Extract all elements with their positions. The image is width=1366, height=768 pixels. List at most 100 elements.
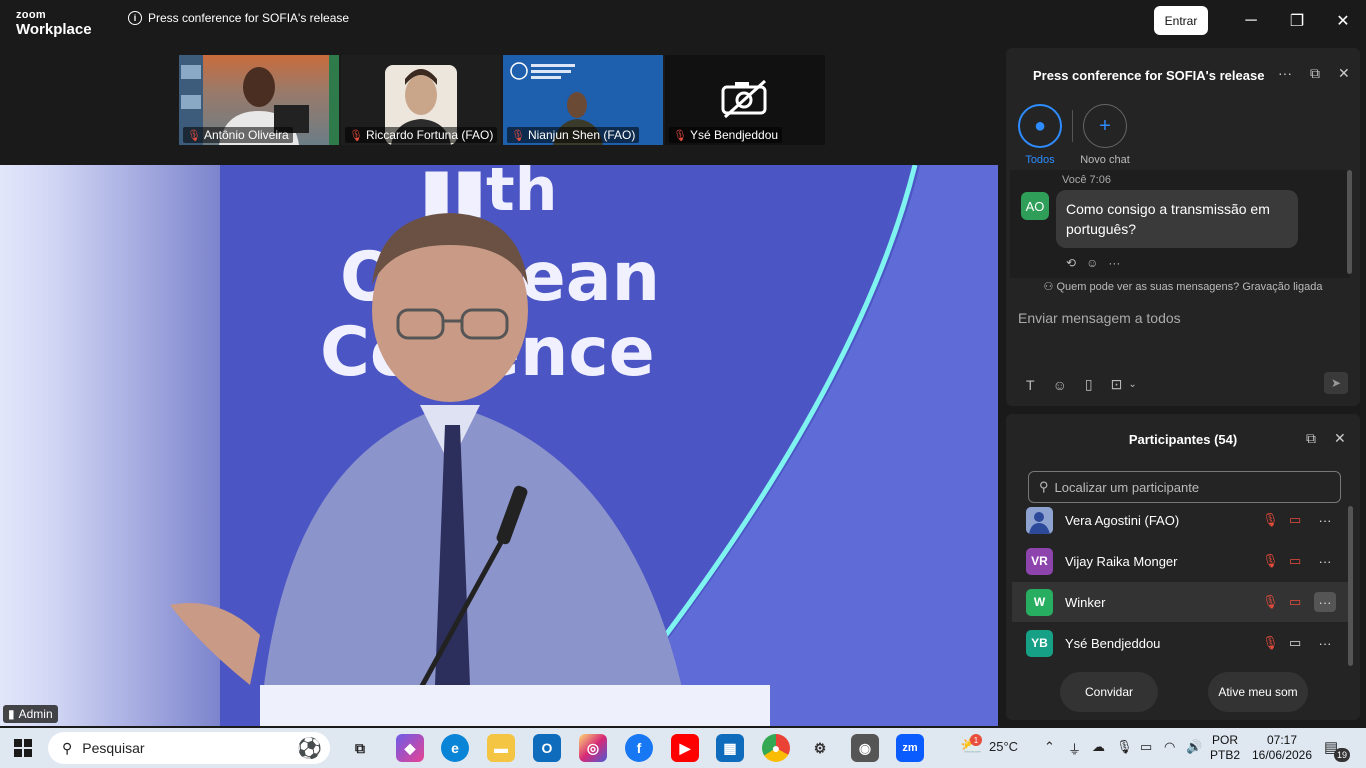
minimize-icon[interactable]: ─ [1236,8,1266,34]
popout-icon[interactable]: ⧉ [1310,65,1320,82]
send-icon[interactable]: ➤ [1324,372,1348,394]
participant-name: Nianjun Shen (FAO) [527,128,636,142]
microphone-icon[interactable]: 🎙 [1116,739,1133,755]
participant-row[interactable]: Vera Agostini (FAO) 🎙 ▭ ··· [1012,500,1348,540]
screenshot-icon[interactable]: ⊡ [1111,376,1123,393]
participant-row[interactable]: VR Vijay Raika Monger 🎙 ▭ ··· [1012,541,1348,581]
file-explorer-icon[interactable]: ▬ [487,734,515,762]
camera-off-icon[interactable]: ▭ [1289,553,1301,569]
chat-scrollbar[interactable] [1347,170,1352,274]
chat-header-actions: ··· ⧉ ✕ [1278,65,1350,82]
windows-start-icon[interactable] [14,739,32,757]
main-video[interactable]: ▮▮th O Ocean Co rence [0,165,998,726]
weather-temp[interactable]: 25°C [989,739,1018,754]
brand-bottom: Workplace [16,21,92,38]
people-icon: ⚇ [1043,281,1057,293]
notification-count: 19 [1334,748,1350,762]
usb-icon[interactable]: ⏚ [1068,739,1081,758]
more-icon[interactable]: ··· [1108,256,1120,270]
info-icon[interactable]: i [128,11,142,25]
more-icon[interactable]: ··· [1278,65,1292,82]
maximize-icon[interactable]: ❐ [1282,8,1312,34]
emoji-react-icon[interactable]: ☺ [1086,256,1098,270]
brand-top: zoom [16,9,46,21]
mic-off-icon[interactable]: 🎙 [1262,553,1279,569]
message-bubble[interactable]: Como consigo a transmissão em português? [1056,190,1298,248]
camera-icon[interactable]: ▭ [1289,635,1301,651]
format-text-icon[interactable]: T [1026,377,1035,393]
edge-icon[interactable]: e [441,734,469,762]
avatar: W [1026,588,1053,616]
task-view-icon[interactable]: ⧉ [346,734,374,762]
thumbnail-nianjun[interactable]: 🎙 Nianjun Shen (FAO) [503,55,663,145]
chevron-up-icon[interactable]: ⌃ [1044,739,1055,755]
clock[interactable]: 07:17 16/06/2026 [1246,733,1318,763]
popout-icon[interactable]: ⧉ [1306,430,1316,447]
close-icon[interactable]: ✕ [1328,8,1358,34]
enter-button[interactable]: Entrar [1154,6,1208,35]
chrome-icon[interactable]: ● [762,734,790,762]
avatar: VR [1026,547,1053,575]
mic-off-icon[interactable]: 🎙 [1262,512,1279,528]
plus-icon: + [1083,104,1127,148]
youtube-icon[interactable]: ▶ [671,734,699,762]
chat-messages[interactable]: Você 7:06 AO Como consigo a transmissão … [1010,170,1350,278]
search-placeholder: Localizar um participante [1054,479,1200,495]
participant-name: Ysé Bendjeddou [689,128,779,142]
more-icon[interactable]: ··· [1314,551,1336,571]
participant-search[interactable]: ⚲ Localizar um participante [1028,471,1341,503]
facebook-icon[interactable]: f [625,734,653,762]
privacy-note[interactable]: ⚇ Quem pode ver as suas mensagens? Grava… [1006,280,1360,293]
cloud-icon[interactable]: ☁ [1092,739,1105,755]
store-icon[interactable]: ▦ [716,734,744,762]
people-icon: ● [1018,104,1062,148]
mic-off-icon: 🎙 [187,129,201,142]
wifi-icon[interactable]: ◠ [1164,739,1175,755]
file-icon[interactable]: ▯ [1085,376,1093,393]
meeting-info[interactable]: i Press conference for SOFIA's release [128,11,349,25]
chevron-down-icon[interactable]: ⌄ [1128,379,1136,390]
more-icon[interactable]: ··· [1314,510,1336,530]
close-icon[interactable]: ✕ [1338,65,1350,82]
zoom-window: zoom Workplace i Press conference for SO… [0,0,1366,768]
invite-button[interactable]: Convidar [1060,672,1158,712]
mic-off-icon[interactable]: 🎙 [1262,635,1279,651]
close-icon[interactable]: ✕ [1334,430,1346,447]
outlook-icon[interactable]: O [533,734,561,762]
channel-todos[interactable]: ● Todos [1010,104,1070,166]
settings-icon[interactable]: ⚙ [806,734,834,762]
zoom-app-icon[interactable]: zm [896,734,924,762]
more-icon[interactable]: ··· [1314,592,1336,612]
participants-header-actions: ⧉ ✕ [1306,430,1346,447]
participant-row[interactable]: YB Ysé Bendjeddou 🎙 ▭ ··· [1012,623,1348,663]
message-time: 7:06 [1089,174,1111,186]
taskbar-search[interactable]: ⚲ Pesquisar ⚽ [48,732,330,764]
language-indicator[interactable]: POR PTB2 [1208,733,1242,763]
chat-input[interactable]: Enviar mensagem a todos [1018,310,1181,326]
participants-scrollbar[interactable] [1348,506,1353,666]
camera-app-icon[interactable]: ◉ [851,734,879,762]
unmute-button[interactable]: Ative meu som [1208,672,1308,712]
camera-off-icon[interactable]: ▭ [1289,594,1301,610]
zoom-logo: zoom Workplace [16,9,92,38]
participant-row[interactable]: W Winker 🎙 ▭ ··· [1012,582,1348,622]
search-label: Pesquisar [82,740,145,756]
reply-icon[interactable]: ⟲ [1066,256,1076,270]
speaker-video: ▮▮th O Ocean Co rence [0,165,998,726]
camera-off-icon[interactable]: ▭ [1289,512,1301,528]
emoji-icon[interactable]: ☺ [1053,377,1067,393]
volume-icon[interactable]: 🔊 [1186,739,1202,755]
thumbnail-antonio[interactable]: 🎙 Antônio Oliveira [179,55,339,145]
thumbnail-riccardo[interactable]: 🎙 Riccardo Fortuna (FAO) [341,55,501,145]
copilot-icon[interactable]: ◆ [396,734,424,762]
thumbnail-yse[interactable]: 🎙 Ysé Bendjeddou [665,55,825,145]
language-top: POR [1211,733,1238,747]
instagram-icon[interactable]: ◎ [579,734,607,762]
battery-icon[interactable]: ▭ [1140,739,1152,755]
mic-off-icon[interactable]: 🎙 [1262,594,1279,610]
chat-panel: Press conference for SOFIA's release ···… [1006,48,1360,406]
chat-title: Press conference for SOFIA's release [1033,68,1265,83]
time: 07:17 [1266,733,1298,747]
channel-new-chat[interactable]: + Novo chat [1075,104,1135,166]
more-icon[interactable]: ··· [1314,633,1336,653]
